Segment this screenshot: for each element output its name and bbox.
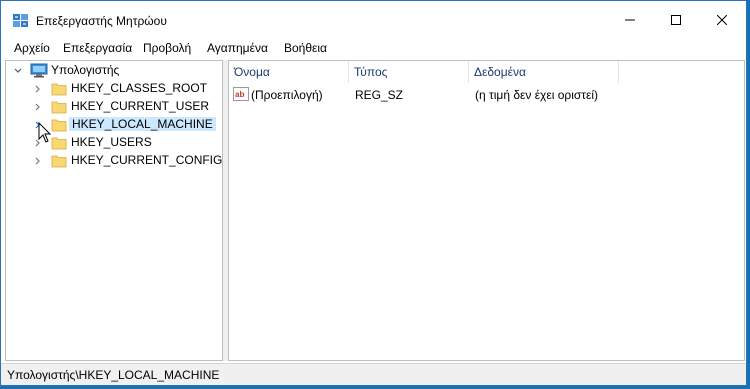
tree-root-label: Υπολογιστής [51,63,120,77]
minimize-icon [625,19,635,21]
tree-item-hkey-current-config[interactable]: HKEY_CURRENT_CONFIG [6,152,222,170]
minimize-button[interactable] [607,1,653,39]
status-bar: Υπολογιστής\HKEY_LOCAL_MACHINE [1,363,746,385]
menu-file[interactable]: Αρχείο [14,41,50,55]
maximize-icon [671,15,681,25]
column-header-data[interactable]: Δεδομένα [469,61,619,83]
value-type: REG_SZ [355,88,404,102]
folder-icon [51,155,67,168]
menu-help[interactable]: Βοήθεια [284,41,327,55]
tree-item-label: HKEY_CURRENT_USER [71,99,210,113]
status-path: Υπολογιστής\HKEY_LOCAL_MACHINE [7,368,220,382]
column-header-blank [619,61,744,83]
window-title: Επεξεργαστής Μητρώου [36,14,167,28]
chevron-right-icon[interactable] [34,103,42,111]
menu-bar: Αρχείο Επεξεργασία Προβολή Αγαπημένα Βοή… [1,39,746,59]
registry-editor-window: Επεξεργαστής Μητρώου Αρχείο Επεξεργασία … [0,0,747,386]
folder-icon [51,101,67,114]
tree-item-label: HKEY_CLASSES_ROOT [71,81,208,95]
title-bar[interactable]: Επεξεργαστής Μητρώου [1,1,746,39]
tree-item-hkey-current-user[interactable]: HKEY_CURRENT_USER [6,98,222,116]
tree-root-computer[interactable]: Υπολογιστής [6,62,222,80]
chevron-right-icon[interactable] [34,85,42,93]
folder-icon [51,137,67,150]
tree-item-label-selected: HKEY_LOCAL_MACHINE [69,117,216,131]
close-icon [717,15,727,25]
menu-edit[interactable]: Επεξεργασία [63,41,132,55]
menu-view[interactable]: Προβολή [143,41,191,55]
value-data: (η τιμή δεν έχει οριστεί) [475,88,599,102]
svg-text:ab: ab [235,90,244,99]
values-list-pane[interactable]: Όνομα Τύπος Δεδομένα ab (Προεπιλογή) REG… [228,60,745,361]
mouse-cursor-icon [38,122,52,143]
column-header-type[interactable]: Τύπος [349,61,469,83]
chevron-down-icon[interactable] [14,67,22,75]
close-button[interactable] [699,1,745,39]
string-value-icon: ab [233,87,249,101]
menu-favorites[interactable]: Αγαπημένα [207,41,268,55]
folder-icon [51,83,67,96]
maximize-button[interactable] [653,1,699,39]
value-name: (Προεπιλογή) [251,88,323,102]
tree-item-label: HKEY_USERS [71,135,152,149]
computer-icon [30,63,48,78]
chevron-right-icon[interactable] [34,157,42,165]
tree-item-hkey-classes-root[interactable]: HKEY_CLASSES_ROOT [6,80,222,98]
column-header-name[interactable]: Όνομα [229,61,349,83]
tree-pane[interactable]: Υπολογιστής HKEY_CLASSES_ROOT HKEY_CURRE… [5,60,223,361]
list-row[interactable]: ab (Προεπιλογή) REG_SZ (η τιμή δεν έχει … [229,83,744,105]
tree-item-label: HKEY_CURRENT_CONFIG [71,153,223,167]
registry-editor-icon [13,14,28,27]
folder-icon [51,119,67,132]
